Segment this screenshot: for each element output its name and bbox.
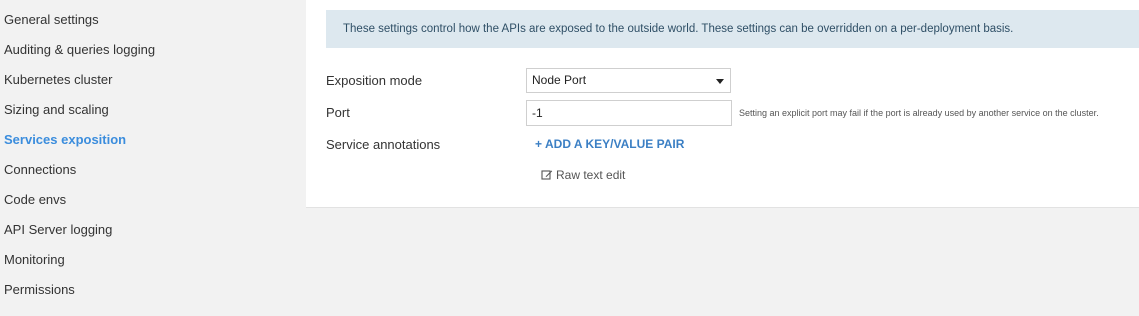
exposition-mode-value: Node Port bbox=[532, 73, 587, 87]
sidebar-item-connections[interactable]: Connections bbox=[4, 162, 76, 178]
edit-icon bbox=[541, 170, 553, 180]
sidebar-item-sizing-scaling[interactable]: Sizing and scaling bbox=[4, 102, 109, 118]
add-key-value-pair-label: ADD A KEY/VALUE PAIR bbox=[545, 137, 685, 151]
raw-text-edit-button[interactable]: Raw text edit bbox=[541, 168, 625, 182]
exposition-mode-select[interactable]: Node Port bbox=[526, 68, 731, 93]
sidebar-item-auditing-queries-logging[interactable]: Auditing & queries logging bbox=[4, 42, 155, 58]
raw-text-edit-label: Raw text edit bbox=[556, 168, 626, 182]
sidebar-item-code-envs[interactable]: Code envs bbox=[4, 192, 66, 208]
service-annotations-label: Service annotations bbox=[326, 137, 441, 152]
chevron-down-icon bbox=[716, 79, 724, 84]
sidebar-item-kubernetes-cluster[interactable]: Kubernetes cluster bbox=[4, 72, 112, 88]
port-input[interactable] bbox=[526, 100, 732, 126]
info-banner: These settings control how the APIs are … bbox=[326, 10, 1139, 48]
sidebar-item-monitoring[interactable]: Monitoring bbox=[4, 252, 65, 268]
port-help-text: Setting an explicit port may fail if the… bbox=[739, 108, 1099, 118]
sidebar-item-api-server-logging[interactable]: API Server logging bbox=[4, 222, 112, 238]
port-label: Port bbox=[326, 105, 350, 120]
sidebar-item-permissions[interactable]: Permissions bbox=[4, 282, 75, 298]
settings-panel: These settings control how the APIs are … bbox=[306, 0, 1139, 208]
add-key-value-pair-button[interactable]: + ADD A KEY/VALUE PAIR bbox=[535, 137, 684, 151]
plus-icon: + bbox=[535, 137, 543, 151]
sidebar-item-services-exposition[interactable]: Services exposition bbox=[4, 132, 126, 148]
info-text: These settings control how the APIs are … bbox=[343, 23, 1014, 35]
exposition-mode-label: Exposition mode bbox=[326, 73, 423, 88]
sidebar-item-general-settings[interactable]: General settings bbox=[4, 12, 99, 28]
sidebar: General settings Auditing & queries logg… bbox=[0, 0, 300, 316]
